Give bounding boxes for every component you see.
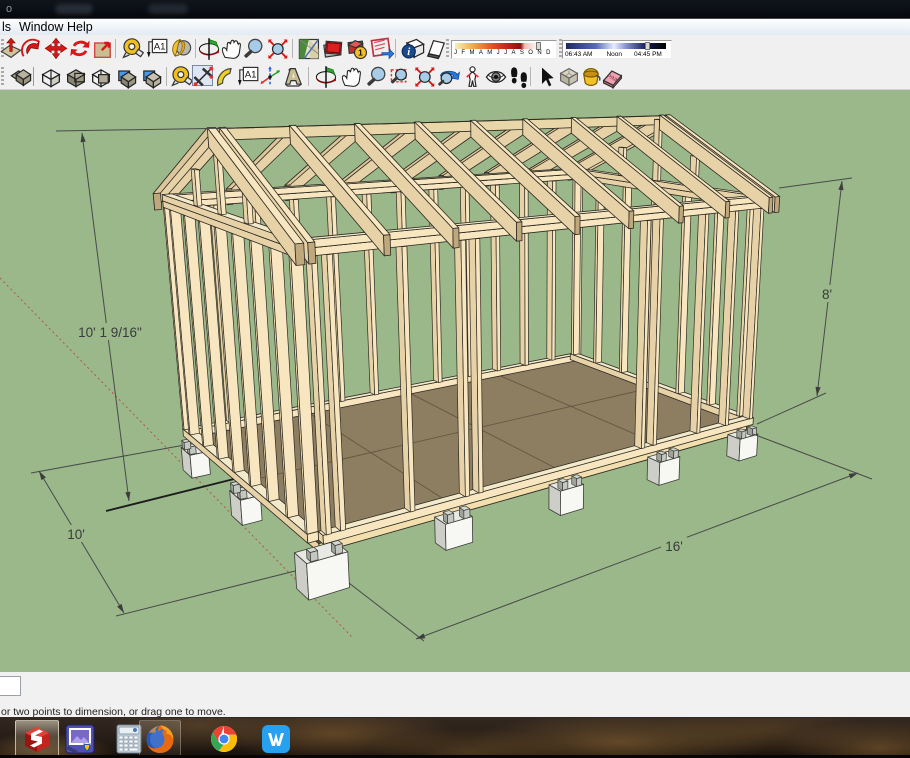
svg-text:1: 1 (358, 48, 363, 58)
svg-text:10' 1 9/16": 10' 1 9/16" (78, 325, 142, 340)
svg-text:i: i (407, 46, 410, 58)
svg-text:A1: A1 (154, 42, 166, 53)
svg-text:10': 10' (67, 527, 85, 542)
svg-text:16': 16' (665, 539, 683, 554)
svg-text:A1: A1 (245, 70, 257, 81)
svg-text:8': 8' (822, 287, 832, 302)
